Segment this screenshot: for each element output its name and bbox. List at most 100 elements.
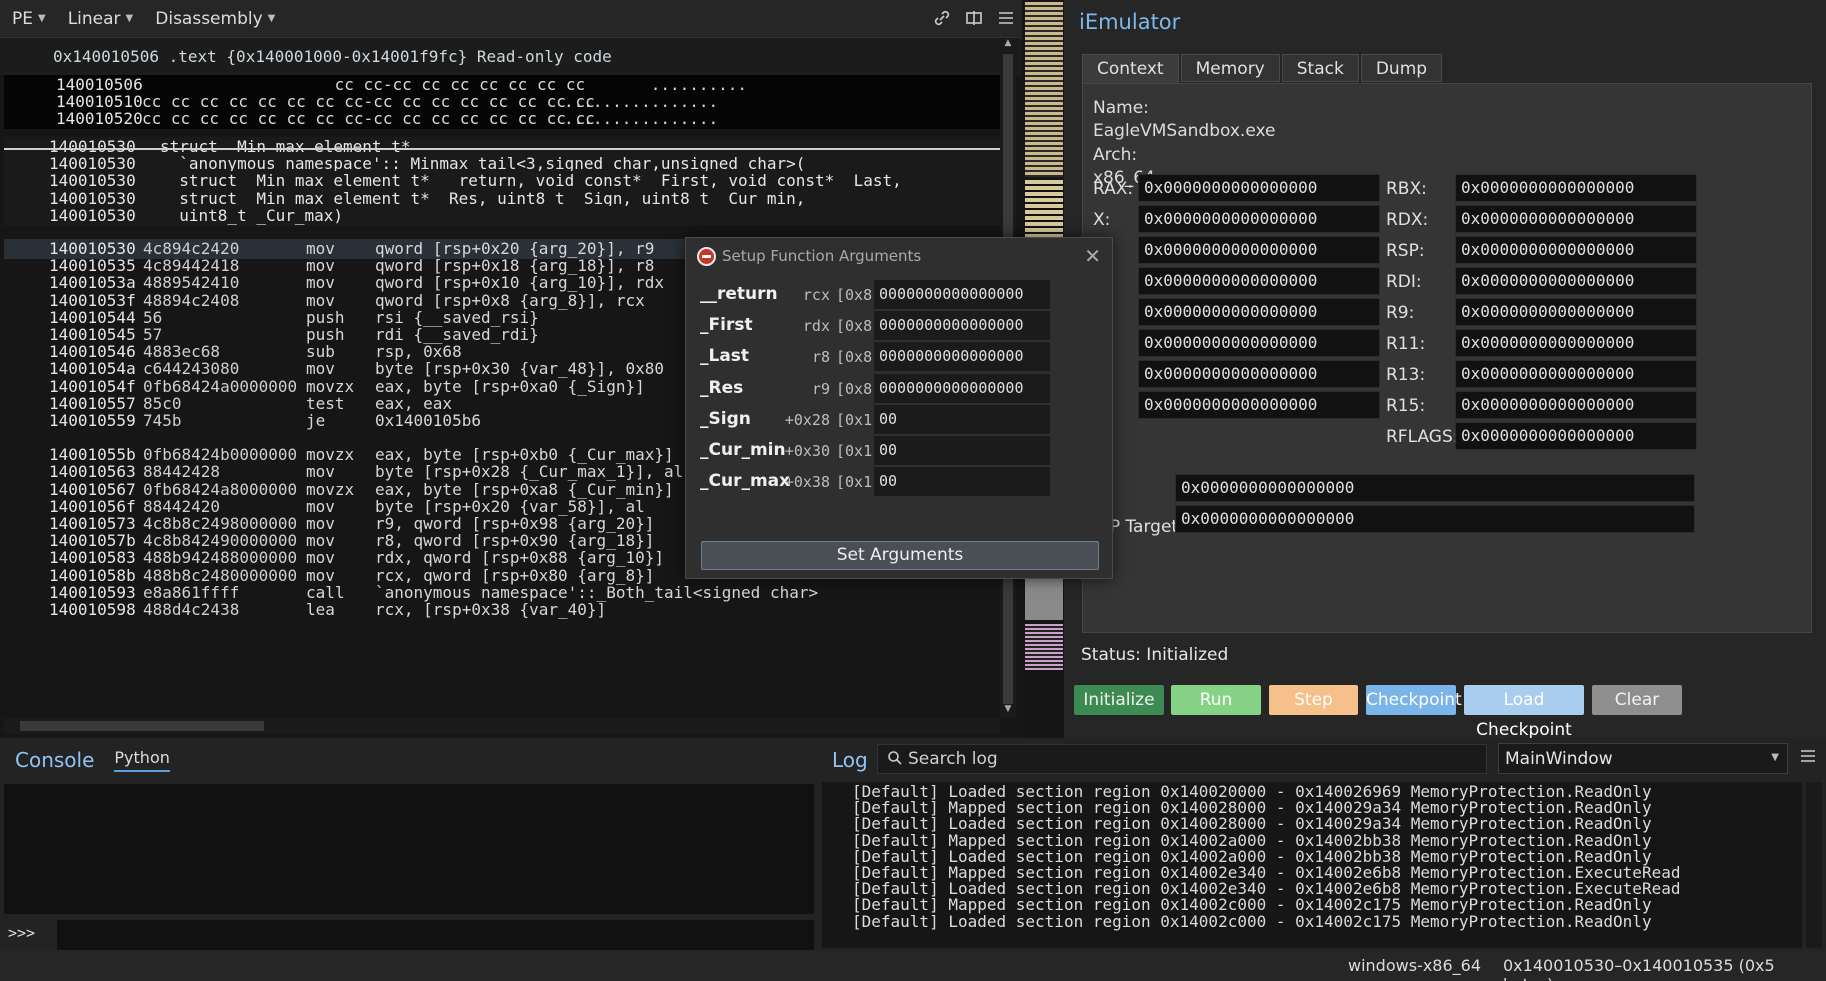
set-arguments-button[interactable]: Set Arguments [701,541,1099,570]
argument-value-input[interactable]: 00 [874,467,1050,497]
platform-label: windows-x86_64 [1348,956,1481,975]
scroll-up-icon[interactable]: ▲ [1000,38,1016,52]
register-field[interactable]: 0x0000000000000000 [1455,174,1697,202]
argument-value-input[interactable]: 00 [874,404,1050,434]
log-pane: Log Search log MainWindow ▼ [Default] Lo… [822,738,1826,950]
argument-row: _Cur_max +0x38 [0x1] 00 [700,467,1108,497]
symbol-row[interactable]: 140010530 uint8_t _Cur_max) [4,205,1000,226]
register-label: RFLAGS: [1386,427,1459,447]
search-icon [887,750,903,770]
emulator-title: iEmulator [1079,10,1181,34]
instruction-operands: rcx, [rsp+0x38 {var_40}] [375,600,607,619]
mode-menu-label: Disassembly [155,8,263,29]
register-field[interactable]: 0x0000000000000000 [1138,205,1380,233]
step-button[interactable]: Step [1269,685,1358,715]
emulator-panel: iEmulator Context Memory Stack Dump Name… [1064,0,1826,740]
hex-row[interactable]: 140010520 cc cc cc cc cc cc cc cc-cc cc c… [4,109,1000,129]
view-menu[interactable]: Linear ▼ [68,9,134,29]
argument-row: _Last r8 [0x8] 0000000000000000 [700,342,1108,372]
register-label: RDI: [1386,272,1422,292]
tab-dump[interactable]: Dump [1360,54,1443,82]
tab-context[interactable]: Context [1082,54,1179,84]
register-field[interactable]: 0x0000000000000000 [1455,205,1697,233]
console-input[interactable] [57,920,814,950]
argument-value-input[interactable]: 0000000000000000 [874,373,1050,403]
log-search-input[interactable]: Search log [877,744,1487,774]
instruction-address: 140010598 [49,600,136,619]
register-label: R9: [1386,303,1415,323]
argument-location: +0x28 [784,410,830,429]
mode-menu[interactable]: Disassembly ▼ [155,9,275,29]
hamburger-menu-icon[interactable] [1798,746,1818,766]
rip-field[interactable]: 0x0000000000000000 [1175,474,1695,502]
argument-row: _Cur_min +0x30 [0x1] 00 [700,436,1108,466]
hamburger-menu-icon[interactable] [996,8,1016,28]
feature-map-code [1025,2,1063,177]
app-logo-icon [697,247,716,266]
register-field[interactable]: 0x0000000000000000 [1138,329,1380,357]
register-field[interactable]: 0x0000000000000000 [1455,422,1697,450]
chevron-down-icon: ▼ [125,13,134,24]
horizontal-scrollbar[interactable] [4,718,1000,734]
instruction-row[interactable]: 140010598 488d4c2438 lea rcx, [rsp+0x38 {va… [4,600,1000,620]
register-label: R11: [1386,334,1426,354]
pe-menu[interactable]: PE ▼ [12,9,46,29]
argument-value-input[interactable]: 0000000000000000 [874,280,1050,309]
register-field[interactable]: 0x0000000000000000 [1138,360,1380,388]
log-tag: [Default] [852,911,939,931]
disassembly-toolbar: PE ▼ Linear ▼ Disassembly ▼ [0,0,1022,38]
tab-python[interactable]: Python [114,748,170,772]
register-field[interactable]: 0x0000000000000000 [1455,236,1697,264]
tab-stack[interactable]: Stack [1281,54,1359,82]
register-field[interactable]: 0x0000000000000000 [1138,236,1380,264]
link-icon[interactable] [932,8,952,28]
register-field[interactable]: 0x0000000000000000 [1138,267,1380,295]
register-field[interactable]: 0x0000000000000000 [1455,329,1697,357]
dialog-title: Setup Function Arguments [722,247,922,265]
run-button[interactable]: Run [1171,685,1261,715]
register-field[interactable]: 0x0000000000000000 [1138,298,1380,326]
section-addr: 0x140010506 [53,47,159,66]
argument-name: _Last [700,346,750,367]
setup-arguments-dialog: Setup Function Arguments ✕ __return rcx [0… [685,237,1113,579]
log-scrollbar[interactable] [1806,782,1822,948]
register-field[interactable]: 0x0000000000000000 [1455,391,1697,419]
argument-value-input[interactable]: 00 [874,436,1050,465]
argument-value-input[interactable]: 0000000000000000 [874,342,1050,372]
scrollbar-thumb[interactable] [20,721,264,731]
tab-memory[interactable]: Memory [1180,54,1280,82]
register-field[interactable]: 0x0000000000000000 [1455,267,1697,295]
register-field[interactable]: 0x0000000000000000 [1455,298,1697,326]
checkpoint-button[interactable]: Checkpoint [1366,685,1462,715]
section-name: .text [168,47,217,66]
clear-button[interactable]: Clear [1592,685,1682,715]
log-end-addr: 0x14002c175 [1295,911,1402,931]
register-field[interactable]: 0x0000000000000000 [1455,360,1697,388]
register-label: RBX: [1386,179,1427,199]
view-menu-label: Linear [67,8,121,29]
argument-row: __return rcx [0x8] 0000000000000000 [700,280,1108,310]
emulator-status: Status: Initialized [1081,645,1229,665]
close-icon[interactable]: ✕ [1084,244,1101,268]
argument-name: _Res [700,377,744,398]
load-checkpoint-button[interactable]: Load Checkpoint [1464,685,1584,740]
argument-value-input[interactable]: 0000000000000000 [874,311,1050,341]
argument-location: r8 [811,348,830,367]
log-action: Loaded [948,911,1007,931]
selection-range: 0x140010530–0x140010535 (0x5 bytes) [1503,956,1775,981]
log-separator: - [1266,911,1296,931]
initialize-button[interactable]: Initialize [1074,685,1164,715]
scroll-down-icon[interactable]: ▼ [1000,704,1016,718]
rip-target-field[interactable]: 0x0000000000000000 [1175,505,1695,533]
log-window-select[interactable]: MainWindow ▼ [1498,743,1788,774]
log-output: [Default] Loaded section region 0x140020… [822,782,1802,948]
register-field[interactable]: 0x0000000000000000 [1138,391,1380,419]
section-perm: Read-only code [476,47,612,66]
chevron-down-icon: ▼ [38,13,46,24]
log-search-placeholder: Search log [908,749,998,769]
argument-row: _First rdx [0x8] 0000000000000000 [700,311,1108,341]
split-view-icon[interactable] [964,8,984,28]
register-field[interactable]: 0x0000000000000000 [1138,174,1380,202]
register-label: RSP: [1386,241,1425,261]
tab-console[interactable]: Console [15,748,94,772]
